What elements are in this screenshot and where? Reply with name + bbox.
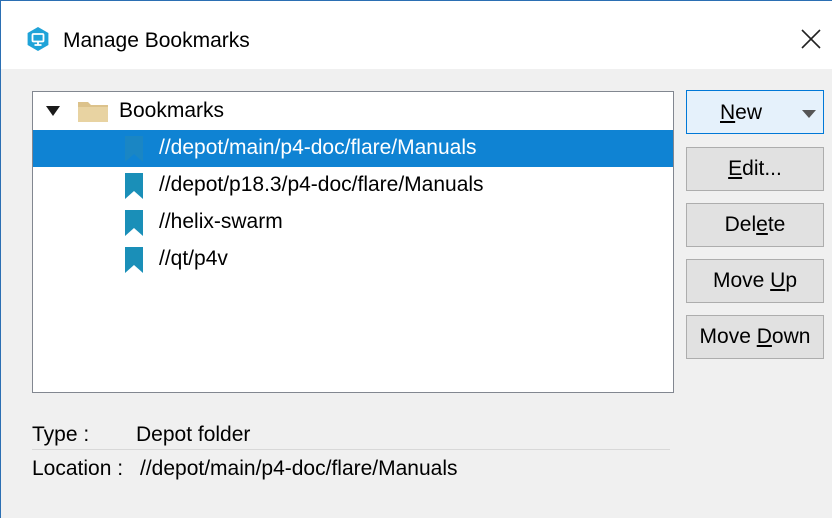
move-down-button-label: Move Down — [699, 325, 811, 348]
manage-bookmarks-dialog: Manage Bookmarks Bookmarks //depot/main/… — [0, 0, 832, 518]
close-icon — [801, 29, 821, 49]
bookmark-icon — [125, 173, 143, 199]
expand-arrow-icon[interactable] — [45, 105, 61, 117]
bookmark-item[interactable]: //depot/main/p4-doc/flare/Manuals — [33, 130, 673, 167]
close-button[interactable] — [793, 21, 829, 57]
location-label: Location : — [32, 457, 124, 480]
bookmark-icon — [125, 210, 143, 236]
bookmark-item[interactable]: //depot/p18.3/p4-doc/flare/Manuals — [33, 167, 673, 204]
window-title: Manage Bookmarks — [63, 29, 250, 52]
bookmark-item[interactable]: //qt/p4v — [33, 241, 673, 278]
app-logo-icon — [27, 27, 49, 51]
new-button-label: New — [720, 101, 763, 124]
tree-root-label: Bookmarks — [119, 99, 225, 122]
move-up-button-label: Move Up — [712, 269, 798, 292]
bookmark-icon — [125, 136, 143, 162]
bookmark-item[interactable]: //helix-swarm — [33, 204, 673, 241]
bookmarks-tree[interactable]: Bookmarks //depot/main/p4-doc/flare/Manu… — [32, 91, 674, 393]
bookmark-label: //depot/p18.3/p4-doc/flare/Manuals — [159, 173, 484, 196]
new-button[interactable]: New — [686, 90, 824, 134]
location-value: //depot/main/p4-doc/flare/Manuals — [140, 457, 458, 480]
divider — [32, 449, 670, 450]
bookmark-label: //helix-swarm — [159, 210, 283, 233]
type-label: Type : — [32, 423, 90, 446]
bookmark-icon — [125, 247, 143, 273]
edit-button[interactable]: Edit... — [686, 147, 824, 191]
type-value: Depot folder — [136, 423, 251, 446]
delete-button-label: Delete — [724, 213, 786, 236]
title-bar: Manage Bookmarks — [1, 1, 832, 69]
tree-root-bookmarks[interactable]: Bookmarks — [33, 93, 673, 130]
move-up-button[interactable]: Move Up — [686, 259, 824, 303]
edit-button-label: Edit... — [728, 157, 782, 180]
bookmark-label: //depot/main/p4-doc/flare/Manuals — [159, 136, 477, 159]
folder-icon — [78, 102, 108, 122]
chevron-down-icon[interactable] — [802, 110, 816, 118]
delete-button[interactable]: Delete — [686, 203, 824, 247]
bookmark-label: //qt/p4v — [159, 247, 228, 270]
move-down-button[interactable]: Move Down — [686, 315, 824, 359]
